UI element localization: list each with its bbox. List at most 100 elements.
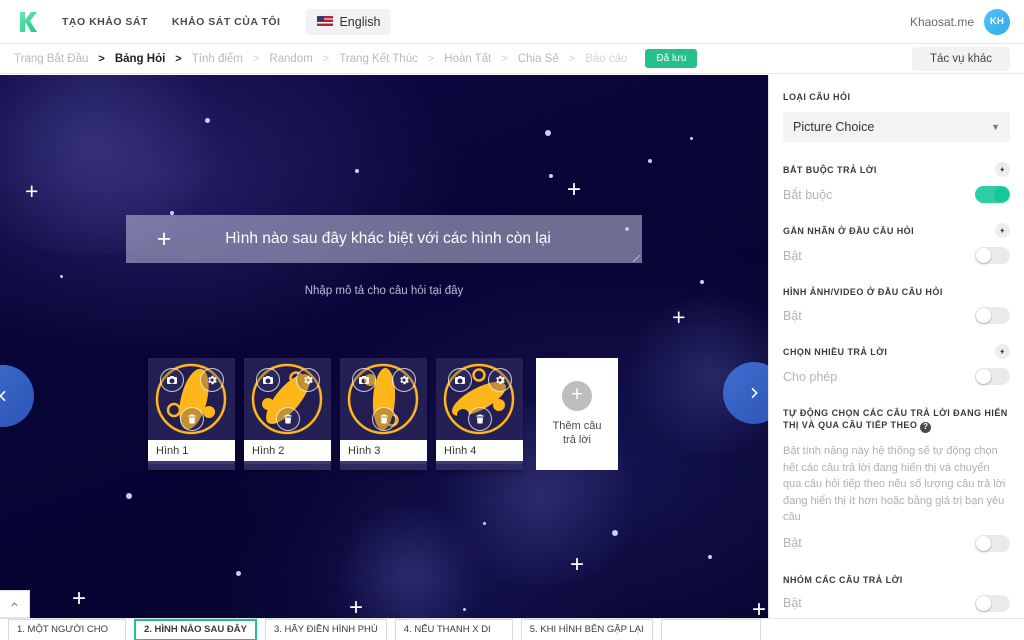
- plus-icon: +: [349, 594, 364, 621]
- breadcrumb-item-report[interactable]: Báo cáo: [585, 53, 627, 65]
- answer-image[interactable]: [148, 358, 235, 440]
- answer-tile[interactable]: Hình 1: [148, 358, 235, 470]
- breadcrumb-item-share[interactable]: Chia Sẻ: [518, 53, 559, 65]
- star: [236, 571, 241, 576]
- setting-auto-select-toggle[interactable]: [975, 534, 1010, 552]
- answer-image[interactable]: [244, 358, 331, 440]
- prev-question-button[interactable]: [0, 365, 34, 427]
- star: [700, 280, 704, 284]
- answer-image[interactable]: [340, 358, 427, 440]
- logo[interactable]: [6, 10, 50, 34]
- gear-icon[interactable]: [296, 368, 320, 392]
- answer-label[interactable]: Hình 3: [340, 440, 427, 464]
- gear-icon[interactable]: [392, 368, 416, 392]
- avatar[interactable]: KH: [984, 8, 1010, 35]
- star: [463, 608, 466, 611]
- answer-image[interactable]: [436, 358, 523, 440]
- other-actions-button[interactable]: Tác vụ khác: [912, 46, 1010, 71]
- setting-auto-select-description: Bật tính năng này hệ thống sẽ tự động ch…: [783, 445, 1006, 524]
- question-chip-4[interactable]: 4. NẾU THANH X DI: [394, 618, 513, 640]
- question-chip-1[interactable]: 1. MỘT NGƯỜI CHO: [8, 618, 126, 640]
- trash-icon[interactable]: [276, 407, 300, 431]
- gear-icon[interactable]: [488, 368, 512, 392]
- setting-auto-select-label-text: TỰ ĐỘNG CHỌN CÁC CÂU TRẢ LỜI ĐANG HIỂN T…: [783, 408, 1008, 431]
- camera-icon[interactable]: [352, 368, 376, 392]
- setting-required: BẮT BUỘC TRẢ LỜI Bắt buộc: [783, 162, 1010, 204]
- star: [612, 530, 618, 536]
- setting-required-toggle[interactable]: [975, 186, 1010, 204]
- question-title-text[interactable]: Hình nào sau đây khác biệt với các hình …: [188, 230, 628, 248]
- question-settings-panel: LOẠI CÂU HỎI Picture Choice ▼ BẮT BUỘC T…: [768, 75, 1024, 640]
- question-title-bar[interactable]: + Hình nào sau đây khác biệt với các hìn…: [126, 215, 642, 263]
- question-mark-icon[interactable]: ?: [920, 422, 932, 434]
- answer-tile[interactable]: Hình 4: [436, 358, 523, 470]
- question-type-group: LOẠI CÂU HỎI Picture Choice ▼: [783, 91, 1010, 143]
- trash-icon[interactable]: [180, 407, 204, 431]
- question-type-select[interactable]: Picture Choice ▼: [783, 112, 1010, 143]
- add-question-element-icon[interactable]: +: [140, 226, 188, 252]
- setting-media-at-top: HÌNH ẢNH/VIDEO Ở ĐẦU CÂU HỎI Bật: [783, 286, 1010, 325]
- kh-logo-icon: [16, 10, 40, 34]
- setting-group-answers-toggle[interactable]: [975, 594, 1010, 612]
- breadcrumb-item-complete[interactable]: Hoàn Tất: [444, 53, 491, 65]
- setting-auto-select: TỰ ĐỘNG CHỌN CÁC CÂU TRẢ LỜI ĐANG HIỂN T…: [783, 407, 1010, 552]
- question-type-value: Picture Choice: [793, 120, 875, 135]
- star: [355, 169, 359, 173]
- setting-multi-select-state-label: Cho phép: [783, 369, 838, 384]
- collapse-question-bar-button[interactable]: [0, 590, 30, 618]
- star: [60, 275, 63, 278]
- breadcrumb-item-scoring[interactable]: Tính điểm: [192, 53, 243, 65]
- plus-circle-icon: +: [562, 380, 592, 411]
- question-chip-2[interactable]: 2. HÌNH NÀO SAU ĐÂY: [134, 618, 257, 640]
- nav-my-surveys[interactable]: KHẢO SÁT CỦA TÔI: [160, 16, 293, 28]
- add-answer-button[interactable]: + Thêm câu trả lời: [536, 358, 618, 470]
- bolt-icon[interactable]: [995, 344, 1010, 360]
- question-chip-3[interactable]: 3. HÃY ĐIỀN HÌNH PHÙ: [264, 618, 387, 640]
- breadcrumb-item-questionnaire[interactable]: Bảng Hỏi: [115, 53, 165, 65]
- answer-label[interactable]: Hình 1: [148, 440, 235, 464]
- app-root: TẠO KHẢO SÁT KHẢO SÁT CỦA TÔI English Kh…: [0, 0, 1024, 640]
- chevron-right-icon: >: [568, 52, 576, 65]
- trash-icon[interactable]: [468, 407, 492, 431]
- gear-icon[interactable]: [200, 368, 224, 392]
- setting-group-answers-state-label: Bật: [783, 596, 802, 611]
- survey-canvas: + + + + + + + + + Hình nào sau đây khác …: [0, 75, 768, 640]
- answer-tile[interactable]: Hình 3: [340, 358, 427, 470]
- bolt-icon[interactable]: [995, 162, 1010, 178]
- language-selector[interactable]: English: [306, 8, 392, 35]
- setting-label-at-top: GẮN NHÃN Ở ĐẦU CÂU HỎI Bật: [783, 223, 1010, 265]
- camera-icon[interactable]: [256, 368, 280, 392]
- answer-tile[interactable]: Hình 2: [244, 358, 331, 470]
- breadcrumb-item-end-page[interactable]: Trang Kết Thúc: [339, 53, 418, 65]
- setting-multi-select-toggle[interactable]: [975, 368, 1010, 386]
- plus-icon: +: [672, 304, 686, 330]
- setting-media-at-top-toggle[interactable]: [975, 307, 1010, 325]
- resize-handle[interactable]: [633, 255, 640, 262]
- answer-label[interactable]: Hình 2: [244, 440, 331, 464]
- question-chip-6[interactable]: [660, 618, 761, 640]
- header-right: Khaosat.me KH: [910, 8, 1024, 35]
- trash-icon[interactable]: [372, 407, 396, 431]
- breadcrumb: Trang Bắt Đầu > Bảng Hỏi > Tính điểm > R…: [0, 44, 1024, 74]
- status-badge-saved[interactable]: Đã lưu: [645, 49, 698, 68]
- language-label: English: [339, 14, 381, 29]
- setting-auto-select-label: TỰ ĐỘNG CHỌN CÁC CÂU TRẢ LỜI ĐANG HIỂN T…: [783, 407, 1010, 434]
- chevron-up-icon: [11, 602, 18, 606]
- question-description-placeholder[interactable]: Nhập mô tả cho câu hỏi tại đây: [126, 285, 642, 297]
- setting-label-at-top-state-label: Bật: [783, 248, 802, 263]
- answer-label[interactable]: Hình 4: [436, 440, 523, 464]
- chevron-right-icon: >: [175, 52, 182, 65]
- setting-label-at-top-toggle[interactable]: [975, 247, 1010, 265]
- chevron-right-icon: >: [501, 52, 508, 65]
- question-chip-5[interactable]: 5. KHI HÌNH BÊN GẶP LẠI: [520, 618, 653, 640]
- account-name[interactable]: Khaosat.me: [910, 15, 974, 29]
- star: [205, 118, 210, 123]
- nav-create-survey[interactable]: TẠO KHẢO SÁT: [50, 16, 160, 28]
- camera-icon[interactable]: [448, 368, 472, 392]
- setting-group-answers-label: NHÓM CÁC CÂU TRẢ LỜI: [783, 574, 903, 585]
- breadcrumb-item-random[interactable]: Random: [269, 53, 312, 65]
- bolt-icon[interactable]: [995, 223, 1010, 239]
- camera-icon[interactable]: [160, 368, 184, 392]
- chevron-left-icon: [0, 390, 6, 402]
- breadcrumb-item-start-page[interactable]: Trang Bắt Đầu: [14, 53, 88, 65]
